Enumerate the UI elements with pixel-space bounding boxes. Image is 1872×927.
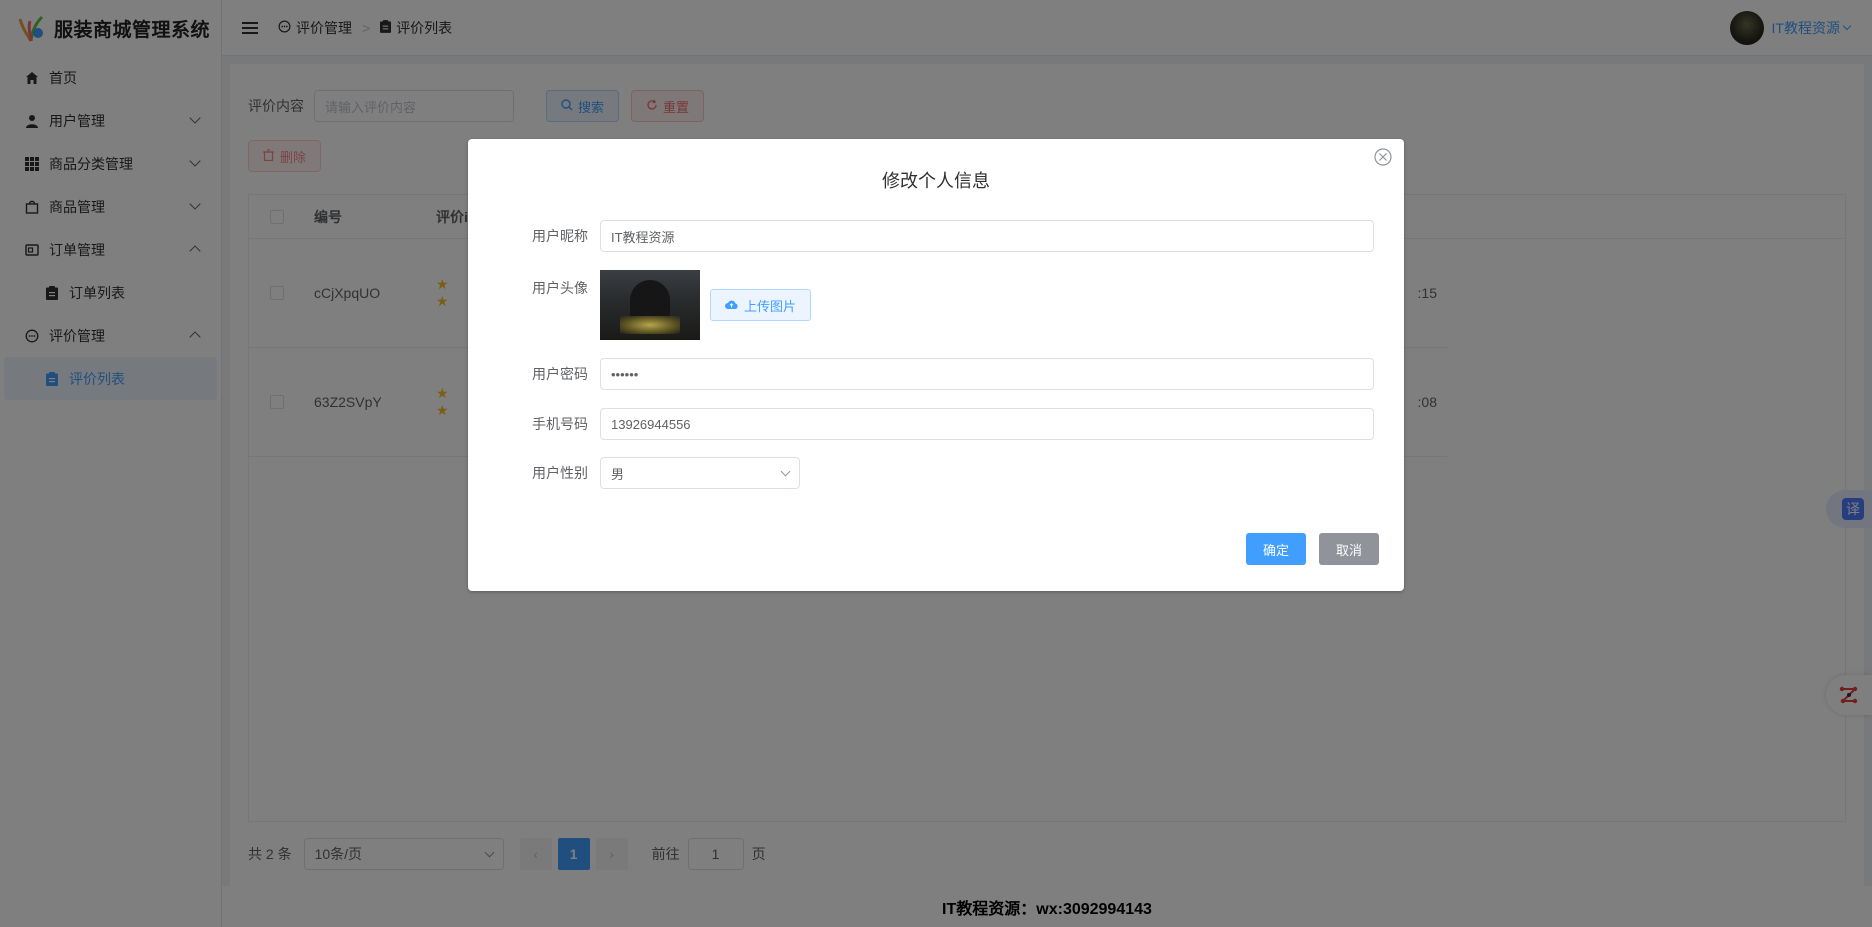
nickname-input[interactable]: IT教程资源 [600, 220, 1374, 252]
gender-select[interactable]: 男 [600, 457, 800, 489]
upload-image-button[interactable]: 上传图片 [710, 289, 812, 321]
gender-value: 男 [611, 466, 625, 482]
form-row-phone: 手机号码 13926944556 [468, 408, 1374, 440]
gender-label: 用户性别 [532, 465, 588, 481]
chevron-down-icon [780, 466, 791, 476]
dialog-title: 修改个人信息 [882, 171, 990, 191]
avatar-label: 用户头像 [532, 280, 588, 296]
phone-label: 手机号码 [532, 416, 588, 432]
avatar-preview [600, 270, 700, 340]
cancel-button[interactable]: 取消 [1319, 533, 1379, 565]
password-input[interactable]: •••••• [600, 358, 1374, 390]
form-row-avatar: 用户头像 上传图片 [468, 270, 1374, 340]
form-row-nickname: 用户昵称 IT教程资源 [468, 220, 1374, 252]
password-label: 用户密码 [532, 366, 588, 382]
phone-input[interactable]: 13926944556 [600, 408, 1374, 440]
cloud-upload-icon [725, 298, 738, 313]
upload-button-label: 上传图片 [744, 298, 797, 314]
nickname-label: 用户昵称 [532, 228, 588, 244]
form-row-gender: 用户性别 男 [468, 457, 1374, 489]
edit-profile-dialog: 修改个人信息 用户昵称 IT教程资源 用户头像 上传图片 用户密码 ••••••… [468, 139, 1404, 591]
confirm-button[interactable]: 确定 [1246, 533, 1306, 565]
form-row-password: 用户密码 •••••• [468, 358, 1374, 390]
close-icon[interactable] [1374, 148, 1392, 166]
